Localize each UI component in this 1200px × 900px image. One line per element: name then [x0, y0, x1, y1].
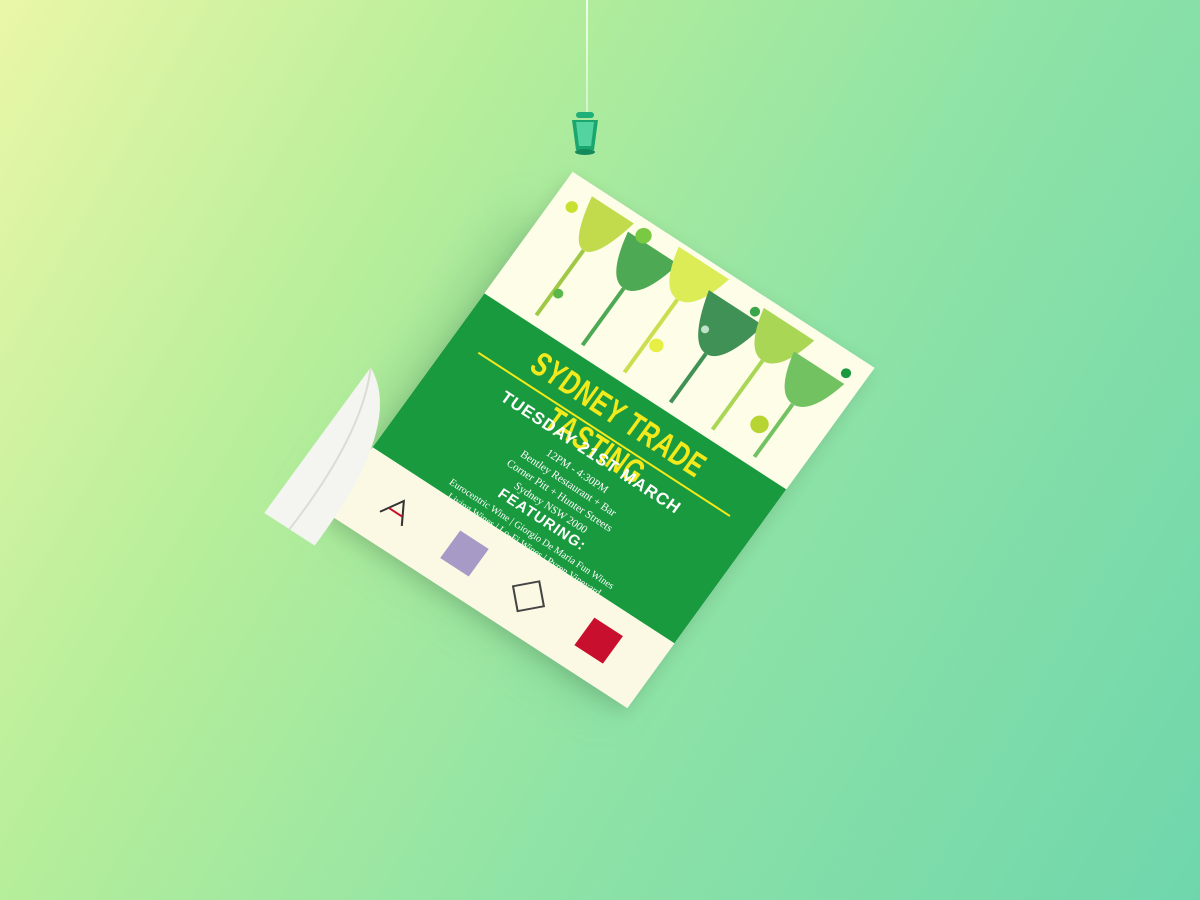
pyren-logo-icon	[574, 617, 623, 664]
hanging-string	[586, 0, 588, 118]
lofi-logo-icon	[511, 580, 546, 613]
binder-clip-icon	[572, 112, 598, 155]
lw-logo-icon	[440, 530, 489, 577]
